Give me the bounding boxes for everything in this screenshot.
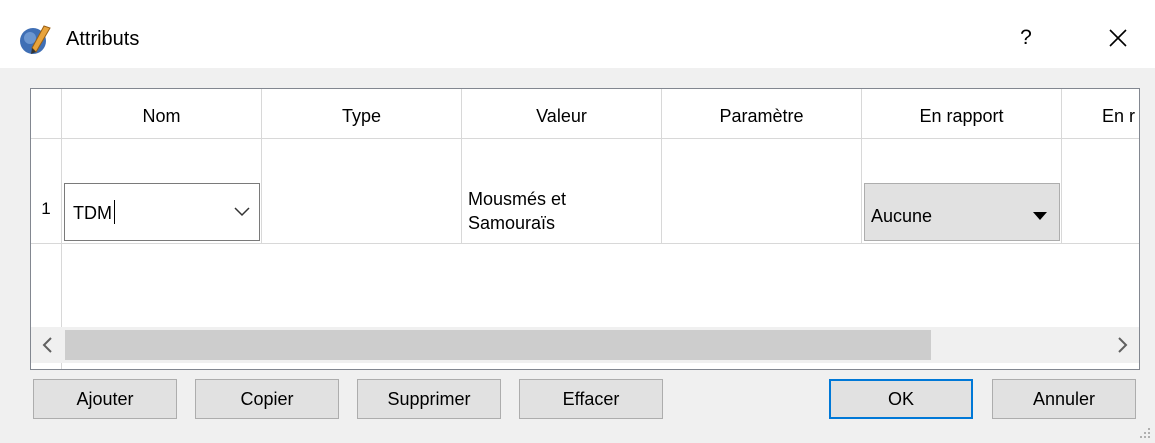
column-header-valeur[interactable]: Valeur [462,89,662,139]
ok-button[interactable]: OK [829,379,973,419]
clear-button[interactable]: Effacer [519,379,663,419]
delete-button[interactable]: Supprimer [357,379,501,419]
horizontal-scrollbar[interactable] [31,327,1139,363]
column-header-en-rapport-2[interactable]: En r [1062,89,1139,139]
nom-combobox-value[interactable]: TDM [73,203,112,224]
close-icon[interactable] [1098,18,1138,58]
table-row: TDM Mousmés et Samouraïs Aucune [62,139,1139,244]
column-header-type[interactable]: Type [262,89,462,139]
attributes-table: Nom Type Valeur Paramètre En rapport En … [30,88,1140,370]
text-caret [114,200,115,224]
help-button[interactable]: ? [1008,18,1044,58]
chevron-down-icon[interactable] [233,206,251,218]
cell-parametre[interactable] [662,139,862,244]
scrollbar-thumb[interactable] [65,330,931,360]
window-title: Attributs [66,28,140,50]
title-bar: Attributs ? [0,0,1155,68]
copy-button[interactable]: Copier [195,379,339,419]
column-header-parametre[interactable]: Paramètre [662,89,862,139]
scroll-left-icon[interactable] [31,327,65,363]
row-number[interactable]: 1 [31,139,62,244]
quill-pen-icon [20,25,51,54]
cancel-button[interactable]: Annuler [992,379,1136,419]
valeur-text: Mousmés et Samouraïs [468,187,566,235]
column-header-nom[interactable]: Nom [62,89,262,139]
column-header-en-rapport[interactable]: En rapport [862,89,1062,139]
table-header: Nom Type Valeur Paramètre En rapport En … [62,89,1139,139]
cell-en-rapport[interactable]: Aucune [862,139,1062,244]
cell-en-rapport-2[interactable] [1062,139,1139,244]
valeur-line-1: Mousmés et [468,189,567,209]
cell-type[interactable] [262,139,462,244]
table-corner [31,89,62,139]
add-button[interactable]: Ajouter [33,379,177,419]
resize-grip-icon[interactable] [1136,424,1152,440]
scroll-right-icon[interactable] [1105,327,1139,363]
nom-combobox[interactable]: TDM [64,183,260,241]
en-rapport-value: Aucune [871,206,933,226]
valeur-line-2: Samouraïs [468,213,556,233]
cell-nom[interactable]: TDM [62,139,262,244]
cell-valeur[interactable]: Mousmés et Samouraïs [462,139,662,244]
en-rapport-dropdown[interactable]: Aucune [864,183,1060,241]
dropdown-arrow-icon [1033,212,1047,220]
